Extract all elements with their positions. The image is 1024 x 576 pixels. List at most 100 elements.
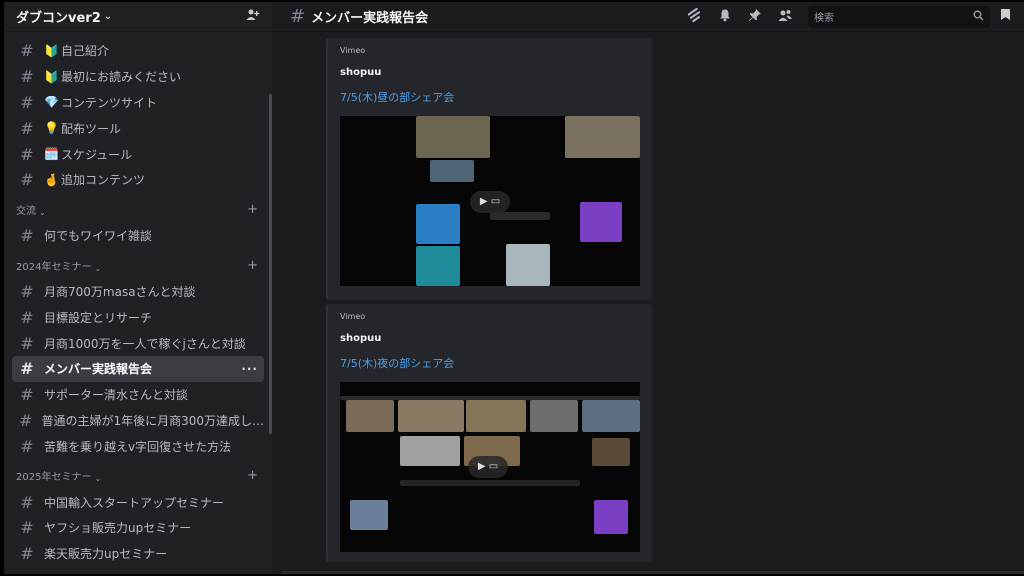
hash-icon: # <box>20 307 34 327</box>
video-tile <box>530 400 578 432</box>
search-placeholder: 検索 <box>814 13 834 24</box>
play-button-icon[interactable]: ▶ ▭ <box>470 191 510 213</box>
embed-title-link[interactable]: 7/5(木)夜の部シェア会 <box>340 355 640 371</box>
video-thumbnail[interactable]: ▶ ▭ <box>340 382 640 552</box>
video-tile <box>490 212 550 220</box>
header-toolbar: 検索 <box>680 5 1024 28</box>
channel-item[interactable]: # 普通の主婦が1年後に月商300万達成し… <box>12 408 264 434</box>
invite-people-icon[interactable] <box>246 8 260 26</box>
more-options-icon[interactable]: ··· <box>241 362 258 376</box>
channel-item[interactable]: # 何でもワイワイ雑談 <box>12 223 264 249</box>
channel-item[interactable]: # ヤフショ販売力upセミナー <box>12 515 264 541</box>
chevron-down-icon: ⌄ <box>103 11 113 22</box>
channel-label: 最初にお読みください <box>60 70 181 85</box>
video-embed: Vimeo shopuu 7/5(木)昼の部シェア会 ▶ ▭ <box>326 38 652 300</box>
main-panel: # メンバー実践報告会 検索 Vimeo shopuu 7/5(木)昼の部シェア… <box>272 2 1024 574</box>
add-channel-icon[interactable]: + <box>247 202 258 217</box>
category-header[interactable]: 交流 ⌄ + <box>12 193 264 223</box>
category-header[interactable]: 2025年セミナー ⌄ + <box>12 459 264 489</box>
channel-item[interactable]: # サポーター清水さんと対談 <box>12 382 264 408</box>
threads-icon[interactable] <box>680 7 710 26</box>
play-button-icon[interactable]: ▶ ▭ <box>468 456 508 478</box>
video-tile <box>416 204 460 244</box>
video-tile <box>346 400 394 432</box>
chevron-down-icon: ⌄ <box>94 474 102 484</box>
channel-label: 楽天販売力upセミナー <box>44 547 168 562</box>
channel-label: メンバー実践報告会 <box>44 362 153 377</box>
video-tile <box>350 500 388 530</box>
channel-item[interactable]: # 🔰 自己紹介 <box>12 38 264 64</box>
search-icon <box>973 10 984 24</box>
channel-item[interactable]: # 月商1000万を一人で稼ぐjさんと対談 <box>12 330 264 356</box>
search-input[interactable]: 検索 <box>808 5 990 28</box>
channel-label: 月商1000万を一人で稼ぐjさんと対談 <box>44 336 246 351</box>
video-tile <box>416 246 460 286</box>
channel-item[interactable]: # 💡 配布ツール <box>12 115 264 141</box>
video-tile <box>400 480 580 486</box>
hash-icon: # <box>290 6 306 27</box>
video-tile <box>565 116 640 158</box>
hash-icon: # <box>20 118 34 138</box>
channel-item[interactable]: # 楽天販売力upセミナー <box>12 541 264 567</box>
hash-icon: # <box>20 385 34 405</box>
video-tile <box>506 244 550 286</box>
hash-icon: # <box>20 170 34 190</box>
category-label: 2024年セミナー <box>16 261 92 273</box>
pin-icon[interactable] <box>740 8 770 26</box>
channel-item[interactable]: # 苦難を乗り越えv字回復させた方法 <box>12 433 264 459</box>
channel-label: 中国輸入スタートアップセミナー <box>44 495 225 510</box>
add-channel-icon[interactable]: + <box>247 468 258 483</box>
hash-icon: # <box>20 333 34 353</box>
channel-label: コンテンツサイト <box>60 95 157 110</box>
channel-emoji: 🗓️ <box>44 147 59 162</box>
hash-icon: # <box>20 544 34 564</box>
channel-item[interactable]: # 月商700万masaさんと対談 <box>12 279 264 305</box>
hash-icon: # <box>20 41 34 61</box>
embed-provider[interactable]: Vimeo <box>340 312 640 321</box>
channel-label: 何でもワイワイ雑談 <box>44 229 153 244</box>
category-label: 2025年セミナー <box>16 472 92 484</box>
video-tile <box>466 400 526 432</box>
embed-title-link[interactable]: 7/5(木)昼の部シェア会 <box>340 89 640 105</box>
channel-item[interactable]: # 🗓️ スケジュール <box>12 141 264 167</box>
server-header[interactable]: ダブコンver2 ⌄ <box>4 2 272 32</box>
embed-author[interactable]: shopuu <box>340 333 640 344</box>
category-header[interactable]: 2024年セミナー ⌄ + <box>12 249 264 279</box>
embed-author[interactable]: shopuu <box>340 67 640 78</box>
video-thumbnail[interactable]: ▶ ▭ <box>340 116 640 286</box>
channel-item[interactable]: # 💎 コンテンツサイト <box>12 90 264 116</box>
channel-label: 苦難を乗り越えv字回復させた方法 <box>44 439 232 454</box>
video-tile <box>398 400 464 432</box>
video-tile <box>594 500 628 534</box>
channel-item[interactable]: # 🔰 最初にお読みください <box>12 64 264 90</box>
server-name: ダブコンver2 <box>16 11 101 26</box>
hash-icon: # <box>20 144 34 164</box>
channel-header: # メンバー実践報告会 検索 <box>272 2 1024 32</box>
channel-emoji: 🔰 <box>44 43 59 58</box>
app-window: ダブコンver2 ⌄ # 🔰 自己紹介 # 🔰 最初にお読みください # 💎 コンテンツサイ… <box>4 2 1024 574</box>
channel-item[interactable]: # 🤞 追加コンテンツ <box>12 167 264 193</box>
channel-item[interactable]: # 目標設定とリサーチ <box>12 304 264 330</box>
video-tile <box>580 202 622 242</box>
channel-title: メンバー実践報告会 <box>311 11 429 26</box>
channel-item[interactable]: # 中国輸入スタートアップセミナー <box>12 489 264 515</box>
channel-sidebar: ダブコンver2 ⌄ # 🔰 自己紹介 # 🔰 最初にお読みください # 💎 コンテンツサイ… <box>4 2 272 574</box>
bell-icon[interactable] <box>710 8 740 26</box>
hash-icon: # <box>20 281 34 301</box>
member-list-icon[interactable] <box>770 8 800 26</box>
channel-list: # 🔰 自己紹介 # 🔰 最初にお読みください # 💎 コンテンツサイト # 💡 配布ツール #… <box>4 32 272 574</box>
message-area: Vimeo shopuu 7/5(木)昼の部シェア会 ▶ ▭ Vimeo sho… <box>272 32 1024 574</box>
add-channel-icon[interactable]: + <box>247 258 258 273</box>
inbox-icon[interactable] <box>1000 8 1024 25</box>
hash-icon: # <box>20 92 34 112</box>
chevron-down-icon: ⌄ <box>39 207 46 217</box>
hash-icon: # <box>20 518 34 538</box>
channel-item-active[interactable]: # メンバー実践報告会 ··· <box>12 355 264 382</box>
hash-icon: # <box>20 492 34 512</box>
channel-label: 普通の主婦が1年後に月商300万達成し… <box>41 413 264 428</box>
composer-edge <box>282 571 1024 574</box>
channel-emoji: 💡 <box>44 121 59 136</box>
hash-icon: # <box>20 67 34 87</box>
channel-label: ヤフショ販売力upセミナー <box>44 521 192 536</box>
embed-provider[interactable]: Vimeo <box>340 46 640 55</box>
